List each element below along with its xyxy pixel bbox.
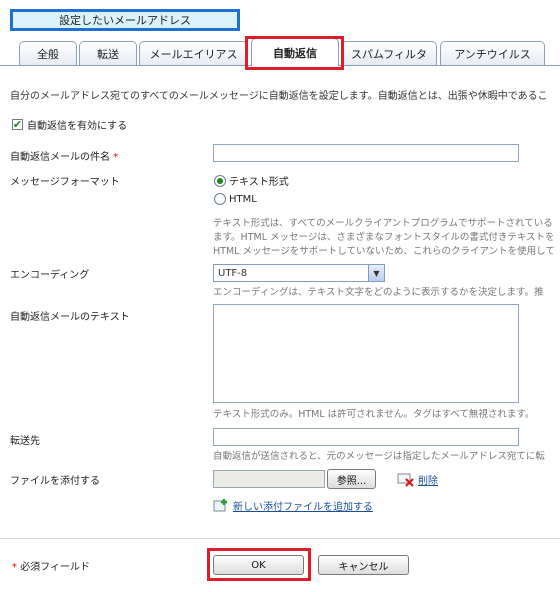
subject-label: 自動返信メールの件名	[10, 152, 110, 163]
cancel-button-label: キャンセル	[338, 561, 389, 573]
add-attachment[interactable]: 新しい添付ファイルを追加する	[213, 498, 373, 513]
email-address-box: 設定したいメールアドレス	[10, 9, 240, 31]
add-attachment-link[interactable]: 新しい添付ファイルを追加する	[233, 498, 373, 513]
intro-text: 自分のメールアドレス宛てのすべてのメールメッセージに自動返信を設定します。自動返…	[10, 91, 548, 102]
footer-divider	[0, 538, 560, 539]
tab-antivirus[interactable]: アンチウイルス	[440, 41, 545, 65]
tab-spam-filter[interactable]: スパムフィルタ	[341, 41, 437, 65]
tab-mail-alias-label: メールエイリアス	[149, 47, 238, 61]
tab-mail-alias[interactable]: メールエイリアス	[139, 41, 248, 65]
format-html-radio[interactable]	[214, 193, 226, 205]
reply-text-label: 自動返信メールのテキスト	[10, 312, 130, 323]
format-option-text: テキスト形式	[214, 173, 289, 188]
add-attachment-icon	[213, 498, 227, 511]
format-help-line-1: テキスト形式は、すべてのメールクライアントプログラムでサポートされている	[213, 218, 553, 229]
reply-text-textarea[interactable]	[213, 304, 519, 403]
chevron-down-icon[interactable]: ▼	[368, 265, 384, 281]
forward-help: 自動返信が送信されると、元のメッセージは指定したメールアドレス宛てに転	[213, 451, 545, 462]
delete-attachment[interactable]: 削除	[397, 472, 438, 487]
delete-icon	[397, 473, 414, 487]
encoding-label: エンコーディング	[10, 270, 90, 281]
enable-auto-reply-row: ✔ 自動返信を有効にする	[12, 117, 127, 132]
attach-file-field[interactable]	[213, 470, 325, 488]
format-text-radio[interactable]	[214, 174, 226, 187]
format-html-label: HTML	[229, 193, 257, 205]
encoding-select[interactable]: UTF-8 ▼	[213, 264, 385, 282]
encoding-help: エンコーディングは、テキスト文字をどのように表示するかを決定します。推	[213, 287, 544, 298]
encoding-selected-value: UTF-8	[218, 267, 248, 279]
format-label: メッセージフォーマット	[10, 177, 120, 188]
required-note-asterisk: *	[12, 562, 17, 573]
tab-auto-reply-label: 自動返信	[273, 46, 317, 60]
ok-button[interactable]: OK	[213, 555, 304, 575]
subject-input[interactable]	[213, 144, 519, 162]
enable-auto-reply-label: 自動返信を有効にする	[27, 121, 128, 132]
attach-label: ファイルを添付する	[10, 476, 100, 487]
tab-general[interactable]: 全般	[19, 41, 77, 65]
format-option-html: HTML	[214, 193, 257, 205]
tab-forward-label: 転送	[97, 47, 119, 61]
tab-spam-filter-label: スパムフィルタ	[350, 47, 428, 61]
reply-text-help: テキスト形式のみ。HTML は許可されません。タグはすべて無視されます。	[213, 409, 535, 420]
email-address-label: 設定したいメールアドレス	[59, 14, 191, 27]
enable-auto-reply-checkbox[interactable]: ✔	[12, 119, 23, 130]
tab-antivirus-label: アンチウイルス	[454, 47, 531, 61]
required-asterisk: *	[113, 152, 119, 163]
delete-link[interactable]: 削除	[418, 472, 438, 487]
browse-button[interactable]: 参照...	[327, 469, 376, 489]
ok-button-label: OK	[251, 559, 266, 571]
required-note-label: 必須フィールド	[20, 562, 90, 573]
tab-general-label: 全般	[37, 47, 59, 61]
tab-auto-reply[interactable]: 自動返信	[251, 38, 339, 66]
browse-button-label: 参照...	[336, 475, 367, 487]
subject-label-row: 自動返信メールの件名 *	[10, 148, 118, 163]
forward-input[interactable]	[213, 428, 519, 446]
format-text-label: テキスト形式	[229, 177, 289, 188]
format-help-line-2: ます。HTML メッセージは、さまざまなフォントスタイルの書式付きテキストを	[213, 232, 555, 243]
format-help-line-3: HTML メッセージをサポートしていないため、これらのクライアントを使用して	[213, 246, 555, 257]
forward-label: 転送先	[10, 436, 40, 447]
cancel-button[interactable]: キャンセル	[318, 555, 409, 575]
required-note: * 必須フィールド	[12, 558, 90, 573]
tab-forward[interactable]: 転送	[79, 41, 137, 65]
